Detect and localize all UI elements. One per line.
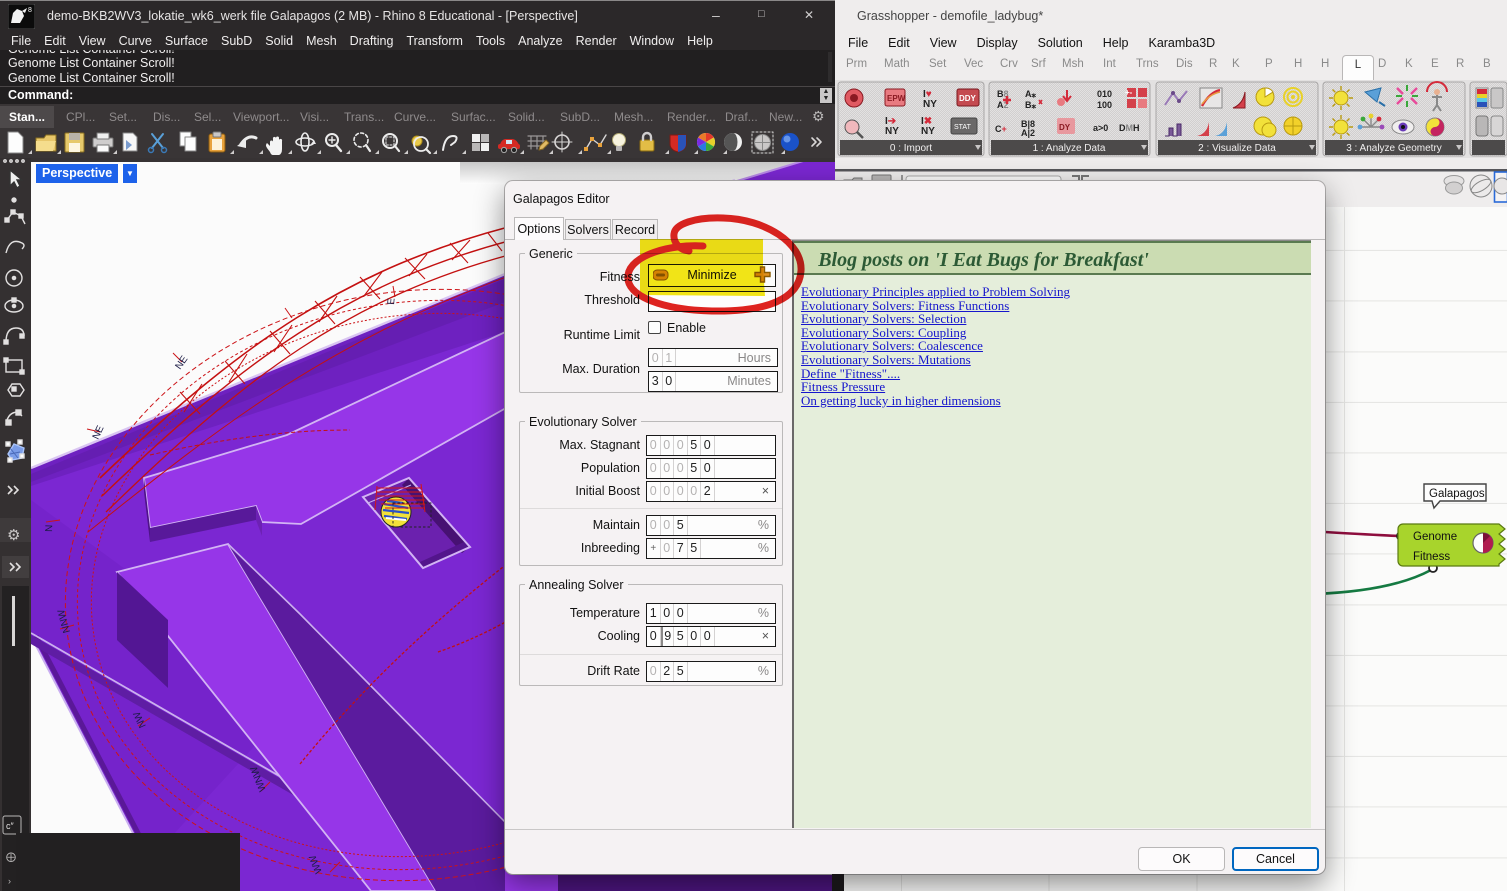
svg-text:100: 100 (1097, 100, 1112, 110)
svg-text:0 : Import: 0 : Import (890, 143, 932, 154)
svg-text:a>0: a>0 (1093, 123, 1108, 133)
svg-text:E: E (386, 297, 398, 305)
svg-text:c″: c″ (6, 821, 15, 831)
svg-text:NY: NY (923, 99, 937, 110)
svg-text:C+: C+ (995, 124, 1007, 134)
svg-text:NY: NY (885, 126, 899, 137)
svg-text:Galapagos: Galapagos (1429, 488, 1485, 500)
svg-text:+-: +- (1125, 88, 1133, 97)
svg-text:Genome: Genome (1413, 531, 1457, 543)
svg-text:EPW: EPW (887, 94, 906, 103)
svg-text:NY: NY (921, 126, 935, 137)
svg-text:DMH: DMH (1119, 123, 1140, 133)
svg-text:3 : Analyze Geometry: 3 : Analyze Geometry (1346, 143, 1442, 154)
svg-text:8: 8 (28, 7, 32, 14)
svg-text:1 : Analyze Data: 1 : Analyze Data (1033, 143, 1106, 154)
svg-text:010: 010 (1097, 89, 1112, 99)
svg-text:DY: DY (1059, 123, 1071, 132)
svg-text:A|2: A|2 (1021, 128, 1035, 138)
svg-text:N: N (44, 524, 55, 532)
svg-text:⨁: ⨁ (6, 852, 16, 863)
svg-text:2 : Visualize Data: 2 : Visualize Data (1198, 143, 1276, 154)
svg-text:DDY: DDY (959, 94, 977, 103)
svg-text:Fitness: Fitness (1413, 551, 1450, 563)
svg-text:A⁎: A⁎ (1025, 89, 1036, 99)
svg-text:B⁎: B⁎ (1025, 100, 1036, 110)
svg-text:›: › (8, 876, 11, 886)
svg-text:STAT: STAT (954, 124, 972, 131)
svg-text:⚙: ⚙ (7, 527, 20, 544)
